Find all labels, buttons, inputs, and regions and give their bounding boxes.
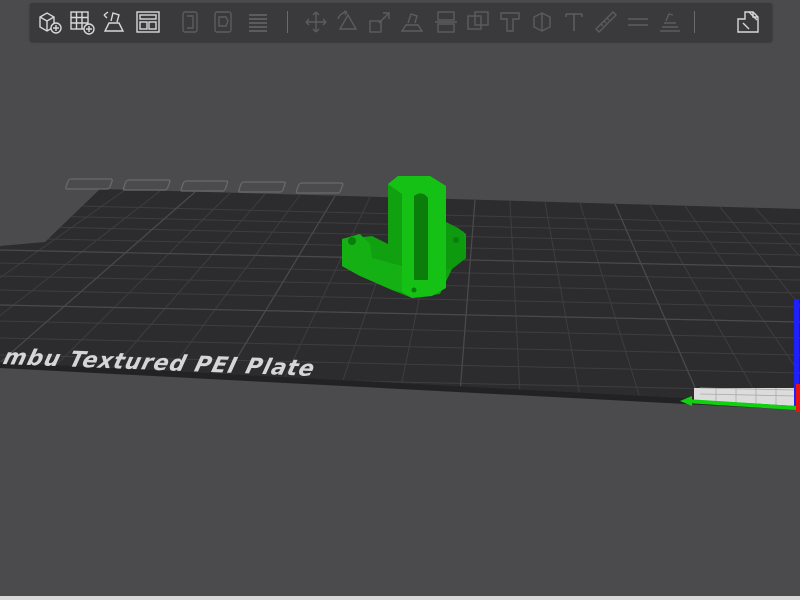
support-paint-icon[interactable] (496, 8, 524, 36)
toolbar-separator (287, 11, 288, 33)
add-object-icon[interactable] (36, 8, 64, 36)
scale-icon[interactable] (366, 8, 394, 36)
lay-on-face-icon[interactable] (398, 8, 426, 36)
build-plate-scene[interactable]: mbu Textured PEI Plate (0, 44, 800, 594)
assembly-view-icon[interactable] (734, 8, 762, 36)
split-to-parts-icon[interactable] (210, 8, 238, 36)
toolbar-separator (694, 11, 695, 33)
3d-viewport[interactable]: mbu Textured PEI Plate (0, 44, 800, 594)
mesh-boolean-icon[interactable] (464, 8, 492, 36)
split-to-objects-icon[interactable] (178, 8, 206, 36)
seam-paint-icon[interactable] (528, 8, 556, 36)
auto-orient-icon[interactable] (100, 8, 128, 36)
layers-icon[interactable] (244, 8, 272, 36)
text-icon[interactable] (560, 8, 588, 36)
arrange-icon[interactable] (134, 8, 162, 36)
add-plate-icon[interactable] (68, 8, 96, 36)
status-bar-edge (0, 596, 800, 600)
measure-icon[interactable] (592, 8, 620, 36)
main-toolbar (30, 3, 772, 41)
variable-layer-height-icon[interactable] (656, 8, 684, 36)
rotate-icon[interactable] (334, 8, 362, 36)
assembly-icon[interactable] (624, 8, 652, 36)
move-icon[interactable] (302, 8, 330, 36)
cut-icon[interactable] (432, 8, 460, 36)
